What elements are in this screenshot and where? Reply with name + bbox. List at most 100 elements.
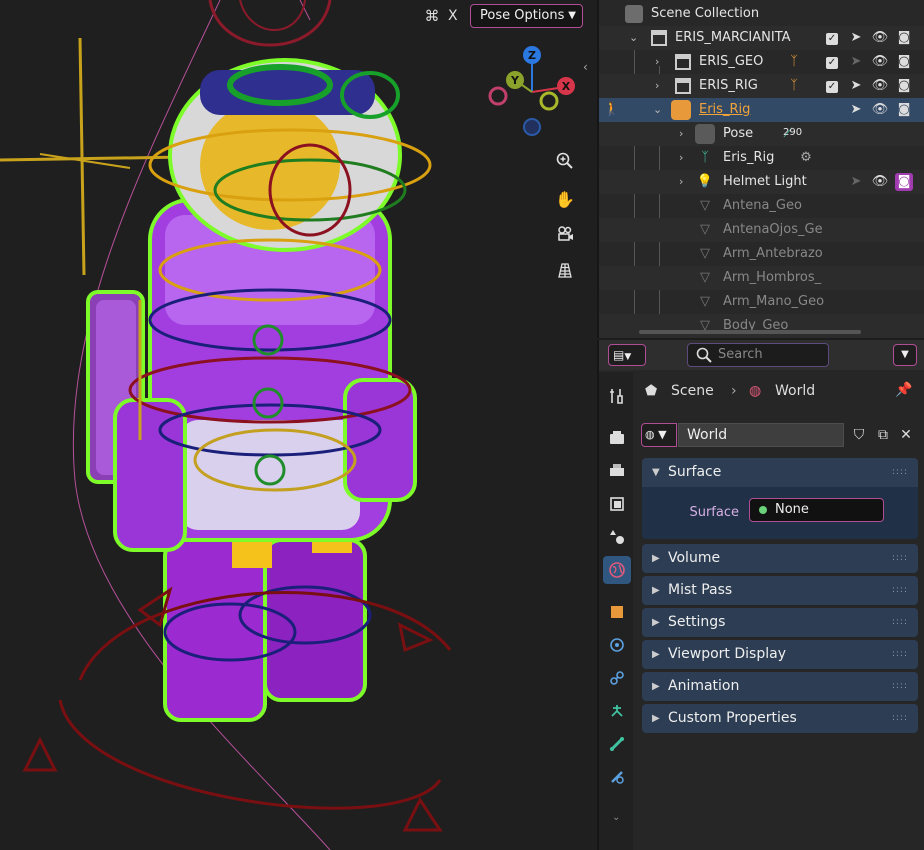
render-camera-icon[interactable]: ◙ <box>895 53 913 71</box>
zoom-icon[interactable] <box>552 148 578 174</box>
bone-transform-icon[interactable]: ⌘ <box>422 6 442 26</box>
properties-editor-icon: ▤ <box>613 348 625 362</box>
tab-object-data[interactable] <box>603 697 631 725</box>
world-browse-button[interactable]: ◍ ▼ <box>641 423 677 447</box>
outliner-row-arm-antebrazo[interactable]: ▽ Arm_Antebrazo <box>599 242 924 266</box>
drag-grip-icon[interactable]: :::: <box>892 608 908 637</box>
panel-animation[interactable]: ▶ Animation :::: <box>642 672 918 701</box>
drag-grip-icon[interactable]: :::: <box>892 704 908 733</box>
navigation-gizmo[interactable]: Z X Y <box>485 45 580 140</box>
exclude-checkbox[interactable]: ✓ <box>823 53 841 71</box>
outliner-row-body-geo[interactable]: ▽ Body_Geo <box>599 314 924 338</box>
selectable-icon[interactable]: ➤ <box>847 173 865 191</box>
pose-mode-icon[interactable]: 🚶 <box>603 101 621 119</box>
chevron-right-icon[interactable]: › <box>679 122 683 146</box>
outliner-row-eris-marcianita[interactable]: ⌄ ERIS_MARCIANITA ✓ ➤ 👁 ◙ <box>599 26 924 50</box>
tab-view-layer[interactable] <box>603 490 631 518</box>
drag-grip-icon[interactable]: :::: <box>892 672 908 701</box>
outliner-scene-collection[interactable]: Scene Collection <box>599 2 924 26</box>
tab-bone-constraints[interactable] <box>603 763 631 791</box>
outliner-row-arm-mano-geo[interactable]: ▽ Arm_Mano_Geo <box>599 290 924 314</box>
surface-shader-selector[interactable]: None <box>749 498 884 522</box>
tab-output[interactable] <box>603 457 631 485</box>
chevron-right-icon[interactable]: › <box>655 74 659 98</box>
selectable-icon[interactable]: ➤ <box>847 53 865 71</box>
render-camera-icon[interactable]: ◙ <box>895 101 913 119</box>
outliner-row-eris-rig-armature[interactable]: 🚶 ⌄ Eris_Rig ➤ 👁 ◙ <box>599 98 924 122</box>
eye-icon[interactable]: 👁 <box>871 173 889 191</box>
drag-grip-icon[interactable]: :::: <box>892 640 908 669</box>
eye-icon[interactable]: 👁 <box>871 53 889 71</box>
3d-viewport[interactable]: ⌘ X Pose Options ▼ Z X Y ‹ ✋ <box>0 0 597 850</box>
panel-mist-pass[interactable]: ▶ Mist Pass :::: <box>642 576 918 605</box>
close-icon[interactable]: ✕ <box>895 423 917 447</box>
gizmo-neg-z[interactable] <box>523 118 541 136</box>
outliner-row-eris-geo[interactable]: › ERIS_GEO ᛉ ✓ ➤ 👁 ◙ <box>599 50 924 74</box>
drag-grip-icon[interactable]: :::: <box>892 458 908 487</box>
render-camera-icon[interactable]: ◙ <box>895 173 913 191</box>
selectable-icon[interactable]: ➤ <box>847 29 865 47</box>
render-camera-icon[interactable]: ◙ <box>895 77 913 95</box>
scene-icon: ⬟ <box>645 383 658 399</box>
exclude-checkbox[interactable]: ✓ <box>823 77 841 95</box>
drag-grip-icon[interactable]: :::: <box>892 576 908 605</box>
sidebar-collapse-icon[interactable]: ‹ <box>583 60 588 74</box>
eye-icon[interactable]: 👁 <box>871 29 889 47</box>
chevron-down-icon[interactable]: ⌄ <box>629 26 638 50</box>
mirror-x-toggle[interactable]: X <box>448 6 458 26</box>
outliner-label: Body_Geo <box>723 318 789 333</box>
outliner-label: Eris_Rig <box>699 102 751 117</box>
outliner-row-eris-rig-collection[interactable]: › ERIS_RIG ᛉ ✓ ➤ 👁 ◙ <box>599 74 924 98</box>
hand-pan-icon[interactable]: ✋ <box>552 186 578 212</box>
chevron-right-icon[interactable]: › <box>655 50 659 74</box>
fake-user-shield-icon[interactable]: ⛉ <box>848 423 870 447</box>
world-name-field[interactable]: World <box>678 423 844 447</box>
panel-viewport-display[interactable]: ▶ Viewport Display :::: <box>642 640 918 669</box>
tab-physics[interactable] <box>603 631 631 659</box>
selectable-icon[interactable]: ➤ <box>847 77 865 95</box>
pin-icon[interactable]: 📌 <box>895 382 912 398</box>
editor-type-dropdown[interactable]: ▤▼ <box>608 344 646 366</box>
outliner[interactable]: Scene Collection ⌄ ERIS_MARCIANITA ✓ ➤ 👁… <box>597 0 924 338</box>
tab-object-constraints[interactable] <box>603 664 631 692</box>
panel-settings[interactable]: ▶ Settings :::: <box>642 608 918 637</box>
properties-editor[interactable]: ▤▼ Search ▼ ⌄ ⬟ Scene › ◍ World 📌 ◍ ▼ Wo… <box>597 340 924 850</box>
outliner-label: Eris_Rig <box>723 150 775 165</box>
panel-surface[interactable]: ▼ Surface :::: <box>642 458 918 487</box>
duplicate-icon[interactable]: ⧉ <box>872 423 894 447</box>
chevron-down-icon[interactable]: ⌄ <box>612 812 620 823</box>
gizmo-neg-x[interactable] <box>488 86 508 106</box>
grid-ortho-icon[interactable] <box>552 257 578 283</box>
outliner-label: AntenaOjos_Ge <box>723 222 823 237</box>
outliner-row-pose[interactable]: › Pose ⟋ 290 <box>599 122 924 146</box>
gizmo-neg-y[interactable] <box>539 91 559 111</box>
outliner-row-antena-geo[interactable]: ▽ Antena_Geo <box>599 194 924 218</box>
eye-icon[interactable]: 👁 <box>871 101 889 119</box>
horizontal-scrollbar[interactable] <box>639 330 861 334</box>
tab-scene[interactable] <box>603 523 631 551</box>
outliner-row-antenaojos-geo[interactable]: ▽ AntenaOjos_Ge <box>599 218 924 242</box>
camera-view-icon[interactable] <box>552 221 578 247</box>
panel-custom-properties[interactable]: ▶ Custom Properties :::: <box>642 704 918 733</box>
outliner-row-helmet-light[interactable]: › 💡 Helmet Light ➤ 👁 ◙ <box>599 170 924 194</box>
tab-object[interactable] <box>603 598 631 626</box>
chevron-down-icon: ▼ <box>624 352 632 362</box>
panel-volume[interactable]: ▶ Volume :::: <box>642 544 918 573</box>
tab-tool[interactable] <box>603 382 631 410</box>
tab-world[interactable] <box>603 556 631 584</box>
drag-grip-icon[interactable]: :::: <box>892 544 908 573</box>
chevron-right-icon[interactable]: › <box>679 146 683 170</box>
exclude-checkbox[interactable]: ✓ <box>823 29 841 47</box>
render-camera-icon[interactable]: ◙ <box>895 29 913 47</box>
selectable-icon[interactable]: ➤ <box>847 101 865 119</box>
tab-render[interactable] <box>603 424 631 452</box>
chevron-right-icon[interactable]: › <box>679 170 683 194</box>
tab-bone[interactable] <box>603 730 631 758</box>
pose-options-dropdown[interactable]: Pose Options ▼ <box>470 4 583 28</box>
properties-search-input[interactable]: Search <box>687 343 829 367</box>
outliner-row-arm-hombros[interactable]: ▽ Arm_Hombros_ <box>599 266 924 290</box>
options-menu-button[interactable]: ▼ <box>893 344 917 366</box>
chevron-down-icon[interactable]: ⌄ <box>653 98 662 122</box>
eye-icon[interactable]: 👁 <box>871 77 889 95</box>
outliner-row-eris-rig-data[interactable]: › ᛉ Eris_Rig ⚙ <box>599 146 924 170</box>
